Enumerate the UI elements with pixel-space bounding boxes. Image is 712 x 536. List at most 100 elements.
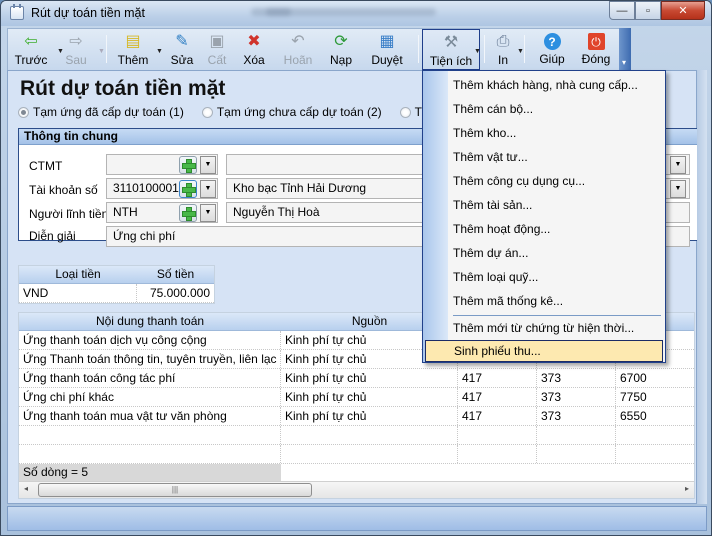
- account-add-button[interactable]: [179, 180, 197, 198]
- scrollbar-thumb[interactable]: |||: [38, 483, 312, 497]
- column-header-content[interactable]: Nội dung thanh toán: [19, 313, 281, 330]
- table-row[interactable]: VND 75.000.000: [19, 284, 214, 303]
- toolbar-help-button[interactable]: ? Giúp: [532, 29, 572, 70]
- table-cell[interactable]: [616, 426, 694, 444]
- title-bar[interactable]: Rút dự toán tiền mặt — ▫ ✕: [1, 1, 711, 26]
- radio-advance-allocated[interactable]: Tạm ứng đã cấp dự toán (1): [18, 105, 184, 119]
- menu-item[interactable]: Thêm mã thống kê...: [453, 290, 563, 312]
- table-row[interactable]: [19, 426, 694, 445]
- table-cell[interactable]: [458, 426, 537, 444]
- toolbar-forward-dropdown-arrow[interactable]: ▼: [98, 48, 105, 55]
- toolbar-overflow-button[interactable]: ▾: [619, 28, 631, 70]
- table-cell[interactable]: Ứng thanh toán công tác phí: [19, 369, 281, 387]
- table-cell[interactable]: Kinh phí tự chủ: [281, 369, 458, 387]
- menu-item[interactable]: Thêm tài sản...: [453, 194, 532, 216]
- ctmt-add-button[interactable]: [179, 156, 197, 174]
- horizontal-scrollbar[interactable]: ◂ ||| ▸: [19, 481, 694, 498]
- table-cell[interactable]: 373: [537, 369, 616, 387]
- menu-item[interactable]: Thêm vật tư...: [453, 146, 528, 168]
- table-cell[interactable]: Ứng chi phí khác: [19, 388, 281, 406]
- toolbar-back-button[interactable]: ⇦ Trước: [12, 29, 50, 70]
- toolbar-approve-button[interactable]: ▦ Duyệt: [366, 29, 408, 70]
- table-row[interactable]: Ứng thanh toán công tác phí Kinh phí tự c…: [19, 369, 694, 388]
- table-row[interactable]: Ứng chi phí khác Kinh phí tự chủ 417 373 775…: [19, 388, 694, 407]
- account-dropdown-button[interactable]: ▼: [200, 180, 216, 198]
- column-header-currency[interactable]: Loại tiền: [19, 266, 137, 283]
- recipient-add-button[interactable]: [179, 204, 197, 222]
- toolbar-utilities-dropdown-arrow[interactable]: ▼: [474, 48, 481, 55]
- column-header-amount[interactable]: Số tiền: [137, 266, 214, 283]
- treasury-dropdown-button[interactable]: ▼: [670, 180, 686, 198]
- toolbar: ⇦ Trước ▼ ⇨ Sau ▼ ▤ Thêm ▼ ✎ Sửa ▣ Cất ✖ Xóa ↶ Hoãn ⟳ Nạp ▦…: [7, 28, 631, 70]
- table-cell[interactable]: Ứng thanh toán mua vật tư văn phòng: [19, 407, 281, 425]
- table-cell[interactable]: 373: [537, 388, 616, 406]
- close-window-button[interactable]: ✕: [661, 1, 705, 20]
- menu-item[interactable]: Thêm cán bộ...: [453, 98, 533, 120]
- table-cell[interactable]: [616, 445, 694, 463]
- menu-item[interactable]: Thêm hoạt động...: [453, 218, 550, 240]
- toolbar-button-label: Thêm: [117, 53, 149, 67]
- currency-cell[interactable]: VND: [19, 284, 137, 302]
- menu-item-new-from-current[interactable]: Thêm mới từ chứng từ hiện thời...: [453, 317, 634, 339]
- menu-item-generate-receipt[interactable]: Sinh phiếu thu...: [425, 340, 663, 362]
- table-cell[interactable]: [19, 426, 281, 444]
- radio-button[interactable]: [201, 106, 213, 118]
- scroll-right-icon[interactable]: ▸: [685, 484, 689, 493]
- menu-item[interactable]: Thêm kho...: [453, 122, 516, 144]
- table-cell[interactable]: 373: [537, 407, 616, 425]
- ctmt-name-dropdown-button[interactable]: ▼: [670, 156, 686, 174]
- toolbar-add-button[interactable]: ▤ Thêm: [110, 29, 156, 70]
- toolbar-undo-button[interactable]: ↶ Hoãn: [279, 29, 317, 70]
- recipient-label: Người lĩnh tiền: [29, 207, 109, 221]
- table-cell[interactable]: 6550: [616, 407, 694, 425]
- toolbar-reload-button[interactable]: ⟳ Nạp: [326, 29, 356, 70]
- table-cell[interactable]: Kinh phí tự chủ: [281, 388, 458, 406]
- toolbar-button-label: Giúp: [539, 52, 565, 66]
- toolbar-print-dropdown-arrow[interactable]: ▼: [517, 48, 524, 55]
- ctmt-dropdown-button[interactable]: ▼: [200, 156, 216, 174]
- menu-item[interactable]: Thêm khách hàng, nhà cung cấp...: [453, 74, 638, 96]
- new-document-icon: ▤: [125, 33, 141, 50]
- tools-icon: ⚒: [443, 34, 459, 51]
- toolbar-edit-button[interactable]: ✎ Sửa: [168, 29, 196, 70]
- toolbar-button-label: Xóa: [243, 53, 265, 67]
- table-row[interactable]: [19, 445, 694, 464]
- menu-item[interactable]: Thêm dự án...: [453, 242, 528, 264]
- table-cell[interactable]: [281, 445, 458, 463]
- table-cell[interactable]: [281, 426, 458, 444]
- toolbar-utilities-button[interactable]: ⚒ Tiện ích: [422, 29, 480, 70]
- table-cell[interactable]: [537, 445, 616, 463]
- table-cell[interactable]: 7750: [616, 388, 694, 406]
- scroll-left-icon[interactable]: ◂: [24, 484, 28, 493]
- recipient-dropdown-button[interactable]: ▼: [200, 204, 216, 222]
- toolbar-delete-button[interactable]: ✖ Xóa: [240, 29, 268, 70]
- radio-advance-unallocated[interactable]: Tạm ứng chưa cấp dự toán (2): [201, 105, 382, 119]
- table-cell[interactable]: [19, 445, 281, 463]
- delete-document-icon: ✖: [247, 33, 261, 50]
- table-cell[interactable]: Kinh phí tự chủ: [281, 407, 458, 425]
- table-cell[interactable]: 417: [458, 369, 537, 387]
- toolbar-add-dropdown-arrow[interactable]: ▼: [156, 48, 163, 55]
- toolbar-close-button[interactable]: ⏻ Đóng: [576, 29, 616, 70]
- radio-button[interactable]: [399, 106, 411, 118]
- table-cell[interactable]: Ứng Thanh toán thông tin, tuyên truyền, …: [19, 350, 281, 368]
- table-cell[interactable]: 417: [458, 388, 537, 406]
- toolbar-print-button[interactable]: ⎙ In: [490, 29, 516, 70]
- menu-item[interactable]: Thêm loại quỹ...: [453, 266, 538, 288]
- plus-icon: [182, 207, 196, 221]
- table-cell[interactable]: 417: [458, 407, 537, 425]
- maximize-button[interactable]: ▫: [635, 1, 661, 20]
- radio-button-checked[interactable]: [18, 106, 29, 118]
- page-title: Rút dự toán tiền mặt: [20, 77, 226, 100]
- toolbar-forward-button[interactable]: ⇨ Sau: [60, 29, 92, 70]
- minimize-button[interactable]: —: [609, 1, 635, 20]
- toolbar-save-button[interactable]: ▣ Cất: [204, 29, 230, 70]
- table-cell[interactable]: 6700: [616, 369, 694, 387]
- table-cell[interactable]: [458, 445, 537, 463]
- menu-item[interactable]: Thêm công cụ dụng cụ...: [453, 170, 585, 192]
- table-row[interactable]: Ứng thanh toán mua vật tư văn phòng Kinh …: [19, 407, 694, 426]
- arrow-left-icon: ⇦: [24, 33, 38, 50]
- table-cell[interactable]: [537, 426, 616, 444]
- table-cell[interactable]: Ứng thanh toán dịch vụ công cộng: [19, 331, 281, 349]
- amount-cell[interactable]: 75.000.000: [137, 284, 214, 302]
